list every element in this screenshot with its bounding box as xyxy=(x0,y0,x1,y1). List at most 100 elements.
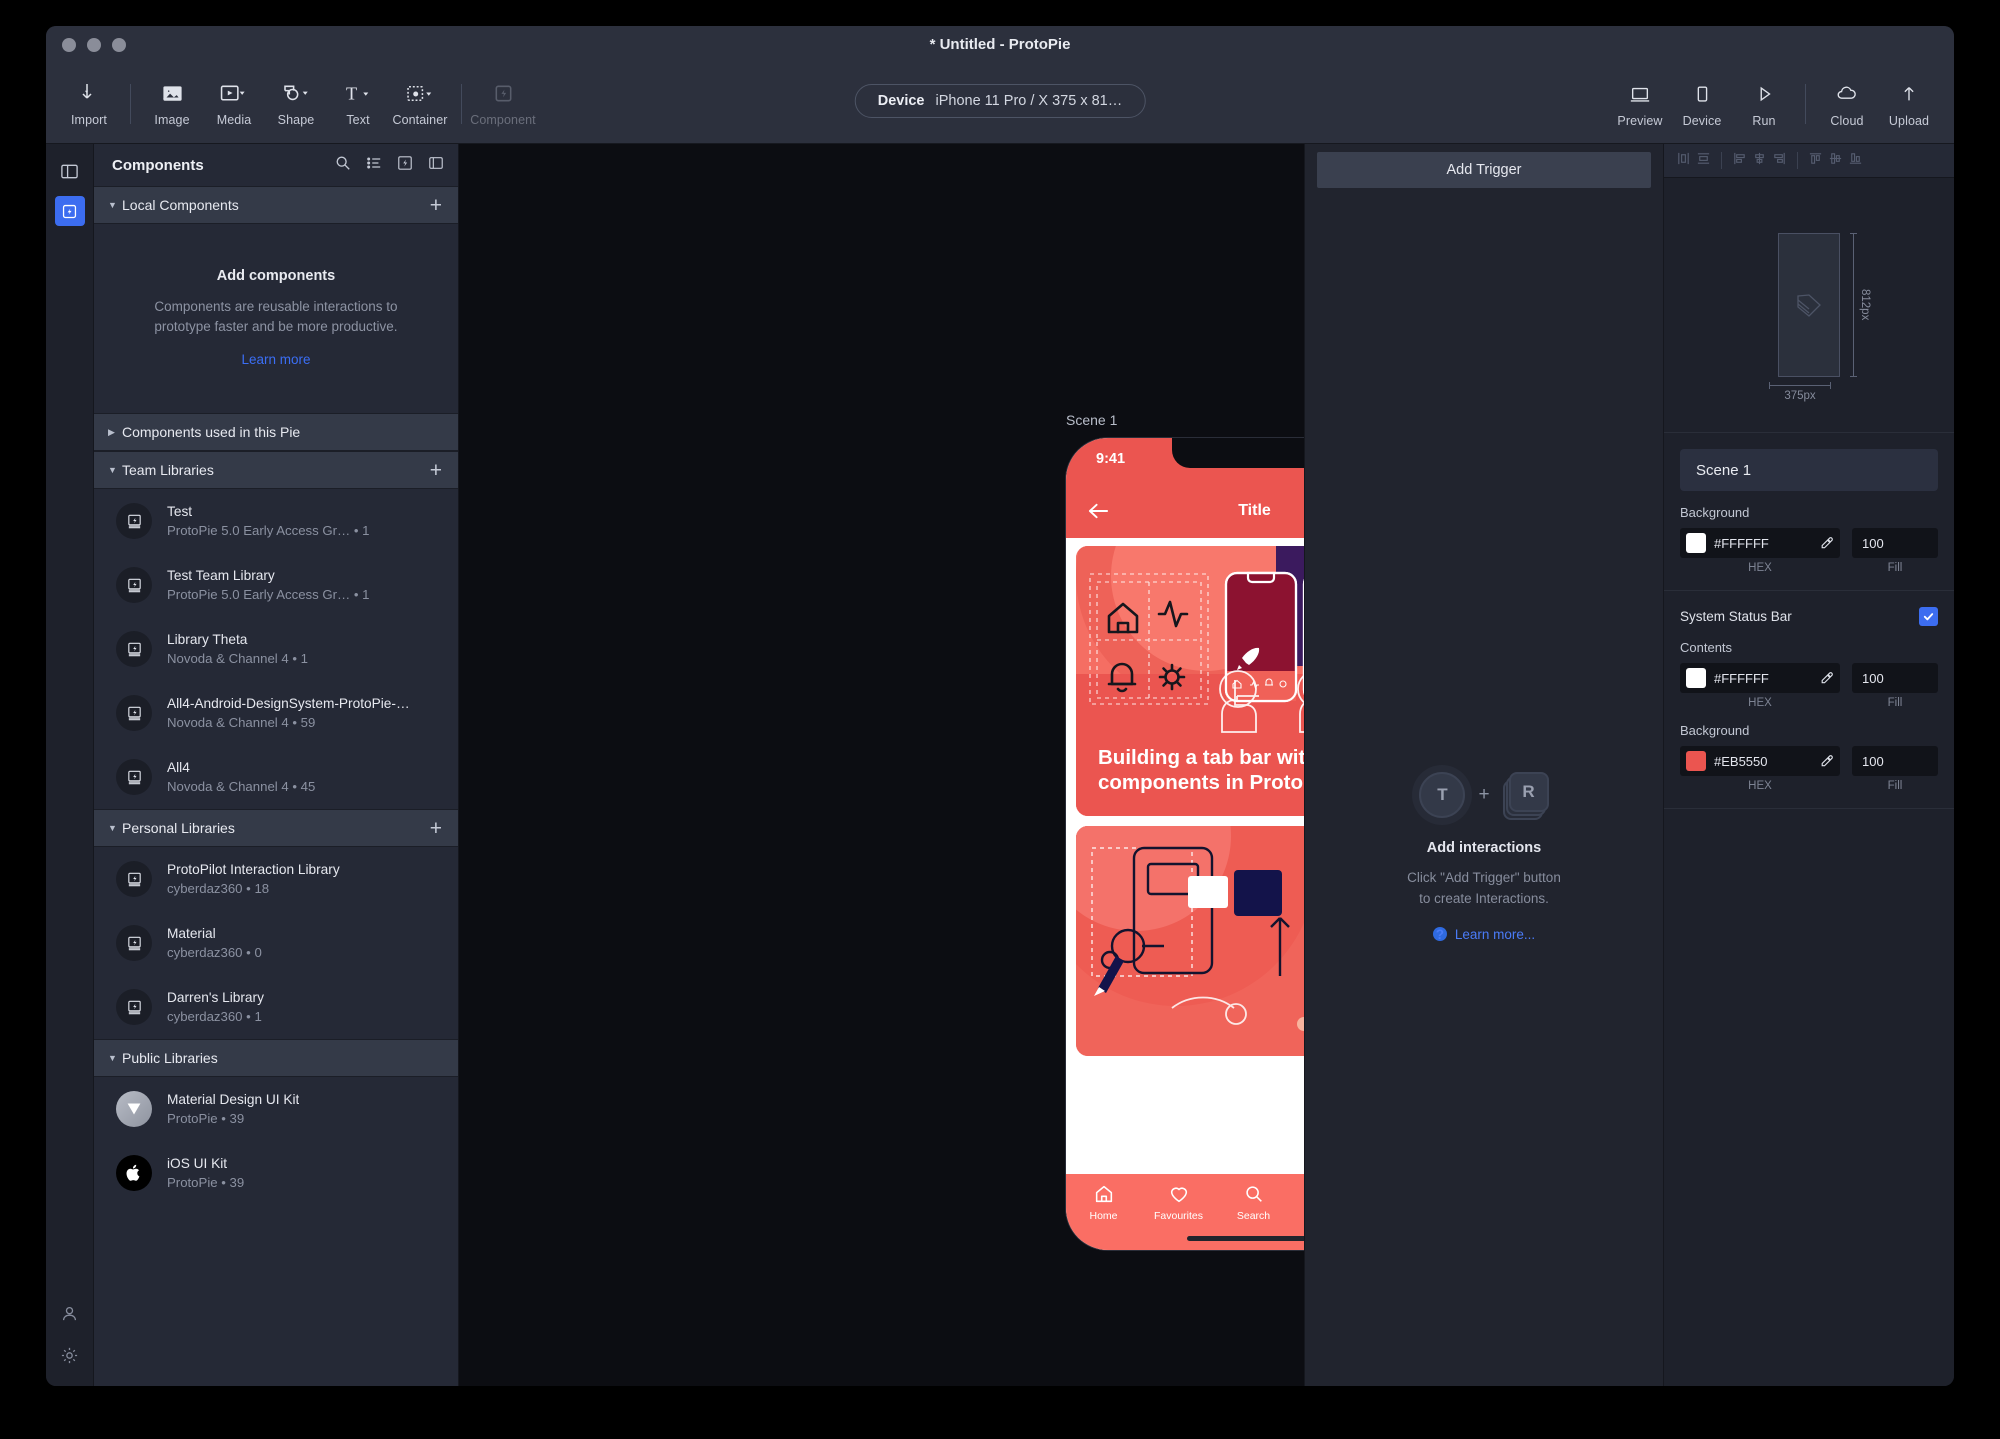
media-icon xyxy=(219,80,250,106)
status-background-fill-input[interactable]: 100 xyxy=(1852,746,1938,776)
align-middle-icon[interactable] xyxy=(1828,151,1843,171)
align-center-icon[interactable] xyxy=(1752,151,1767,171)
status-background-hex-value: #EB5550 xyxy=(1714,753,1768,769)
library-name: Library Theta xyxy=(167,632,248,648)
background-fill-input[interactable]: 100 xyxy=(1852,528,1938,558)
system-status-bar-checkbox[interactable] xyxy=(1919,607,1938,626)
person-icon xyxy=(62,1306,77,1321)
interaction-learn-more-link[interactable]: ? Learn more... xyxy=(1305,927,1663,942)
list-item-text: Test ProtoPie 5.0 Early Access Gr… • 1 xyxy=(167,504,370,538)
image-button[interactable]: Image xyxy=(141,70,203,138)
add-trigger-button[interactable]: Add Trigger xyxy=(1317,152,1651,188)
component-library-icon xyxy=(62,204,77,218)
material-icon xyxy=(116,1091,152,1128)
chevron-down-icon: ▼ xyxy=(108,1053,117,1064)
list-item[interactable]: ProtoPilot Interaction Library cyberdaz3… xyxy=(94,847,458,911)
device-selector[interactable]: Device iPhone 11 Pro / X 375 x 81… xyxy=(854,84,1146,118)
account-button[interactable] xyxy=(60,1304,79,1328)
add-personal-library-button[interactable]: + xyxy=(430,818,442,839)
scene-name-input[interactable]: Scene 1 xyxy=(1680,449,1938,491)
chevron-down-icon: ▼ xyxy=(108,200,117,210)
add-component-icon[interactable] xyxy=(397,155,413,176)
list-item[interactable]: All4 Novoda & Channel 4 • 45 xyxy=(94,745,458,809)
import-button[interactable]: Import xyxy=(58,70,120,138)
library-name: All4-Android-DesignSystem-ProtoPie-… xyxy=(167,696,410,712)
align-horizontal-center-icon[interactable] xyxy=(1676,151,1691,171)
status-background-swatch[interactable] xyxy=(1686,751,1706,771)
contents-fill-input[interactable]: 100 xyxy=(1852,663,1938,693)
list-item[interactable]: Material cyberdaz360 • 0 xyxy=(94,911,458,975)
list-item[interactable]: Material Design UI Kit ProtoPie • 39 xyxy=(94,1077,458,1141)
list-icon[interactable] xyxy=(366,155,382,176)
canvas-area[interactable]: Scene 1 9:41 Title Building a tab bar wi… xyxy=(459,144,1618,1386)
preview-button[interactable]: Preview xyxy=(1609,70,1671,138)
scene-height-label: 812px xyxy=(1859,289,1871,321)
align-top-icon[interactable] xyxy=(1808,151,1823,171)
phone-nav-title: Title xyxy=(1238,502,1271,519)
library-meta: Novoda & Channel 4 • 1 xyxy=(167,651,308,667)
material-triangle-icon xyxy=(127,1103,141,1115)
eyedropper-icon[interactable] xyxy=(1820,671,1834,685)
library-meta: Novoda & Channel 4 • 45 xyxy=(167,779,316,795)
align-right-icon[interactable] xyxy=(1772,151,1787,171)
library-meta: cyberdaz360 • 1 xyxy=(167,1009,262,1025)
system-status-bar-row[interactable]: System Status Bar xyxy=(1680,607,1938,626)
text-label: Text xyxy=(346,113,370,127)
eyedropper-icon[interactable] xyxy=(1820,754,1834,768)
tab-home[interactable]: Home xyxy=(1073,1183,1135,1250)
text-button[interactable]: T Text xyxy=(327,70,389,138)
upload-arrow-icon xyxy=(1897,81,1921,107)
align-bottom-icon[interactable] xyxy=(1848,151,1863,171)
align-vertical-center-icon[interactable] xyxy=(1696,151,1711,171)
list-item-text: All4 Novoda & Channel 4 • 45 xyxy=(167,760,315,794)
run-button[interactable]: Run xyxy=(1733,70,1795,138)
monitor-icon xyxy=(1628,81,1652,107)
contents-swatch[interactable] xyxy=(1686,668,1706,688)
list-item-text: Test Team Library ProtoPie 5.0 Early Acc… xyxy=(167,568,370,602)
add-team-library-button[interactable]: + xyxy=(430,460,442,481)
section-personal-libraries[interactable]: ▼ Personal Libraries + xyxy=(94,809,458,848)
toolbar-right-group: Preview Device Run Cloud Upload xyxy=(1609,70,1940,138)
status-background-sublabels: HEX Fill xyxy=(1680,780,1938,792)
panel-toggle-icon[interactable] xyxy=(428,155,444,176)
eyedropper-icon[interactable] xyxy=(1820,536,1834,550)
section-local-components[interactable]: ▼ Local Components + xyxy=(94,186,458,224)
shape-button[interactable]: Shape xyxy=(265,70,327,138)
search-icon[interactable] xyxy=(335,155,351,176)
device-button[interactable]: Device xyxy=(1671,70,1733,138)
layers-panel-toggle[interactable] xyxy=(55,156,85,186)
align-left-icon[interactable] xyxy=(1732,151,1747,171)
contents-hex-field[interactable]: #FFFFFF xyxy=(1680,663,1840,693)
status-background-hex-field[interactable]: #EB5550 xyxy=(1680,746,1840,776)
upload-button[interactable]: Upload xyxy=(1878,70,1940,138)
learn-more-link[interactable]: Learn more xyxy=(128,352,424,367)
scene-thumbnail xyxy=(1778,233,1840,377)
media-button[interactable]: Media xyxy=(203,70,265,138)
list-item[interactable]: Library Theta Novoda & Channel 4 • 1 xyxy=(94,617,458,681)
container-button[interactable]: Container xyxy=(389,70,451,138)
settings-button[interactable] xyxy=(60,1346,79,1370)
media-label: Media xyxy=(216,113,252,127)
components-panel-toggle[interactable] xyxy=(54,196,85,226)
background-hex-field[interactable]: #FFFFFF xyxy=(1680,528,1840,558)
list-item[interactable]: Test Team Library ProtoPie 5.0 Early Acc… xyxy=(94,553,458,617)
background-swatch[interactable] xyxy=(1686,533,1706,553)
empty-description: Components are reusable interactions to … xyxy=(154,299,398,334)
list-item[interactable]: All4-Android-DesignSystem-ProtoPie-… Nov… xyxy=(94,681,458,745)
section-components-used[interactable]: ▶ Components used in this Pie xyxy=(94,413,458,452)
tab-label: Search xyxy=(1236,1210,1271,1222)
component-button[interactable]: Component xyxy=(470,70,536,138)
section-public-libraries[interactable]: ▼ Public Libraries xyxy=(94,1039,458,1078)
add-local-component-button[interactable]: + xyxy=(430,195,442,216)
background-hex-sublabel: HEX xyxy=(1748,562,1772,574)
list-item[interactable]: Darren's Library cyberdaz360 • 1 xyxy=(94,975,458,1039)
response-badge-stack: R xyxy=(1502,772,1549,820)
shape-icon xyxy=(281,80,312,106)
section-team-libraries[interactable]: ▼ Team Libraries + xyxy=(94,451,458,490)
response-badge: R xyxy=(1508,772,1549,812)
components-list[interactable]: ▼ Local Components + Add components Comp… xyxy=(94,186,458,1386)
list-item[interactable]: Test ProtoPie 5.0 Early Access Gr… • 1 xyxy=(94,489,458,553)
height-line xyxy=(1850,233,1857,377)
list-item[interactable]: iOS UI Kit ProtoPie • 39 xyxy=(94,1141,458,1205)
cloud-button[interactable]: Cloud xyxy=(1816,70,1878,138)
